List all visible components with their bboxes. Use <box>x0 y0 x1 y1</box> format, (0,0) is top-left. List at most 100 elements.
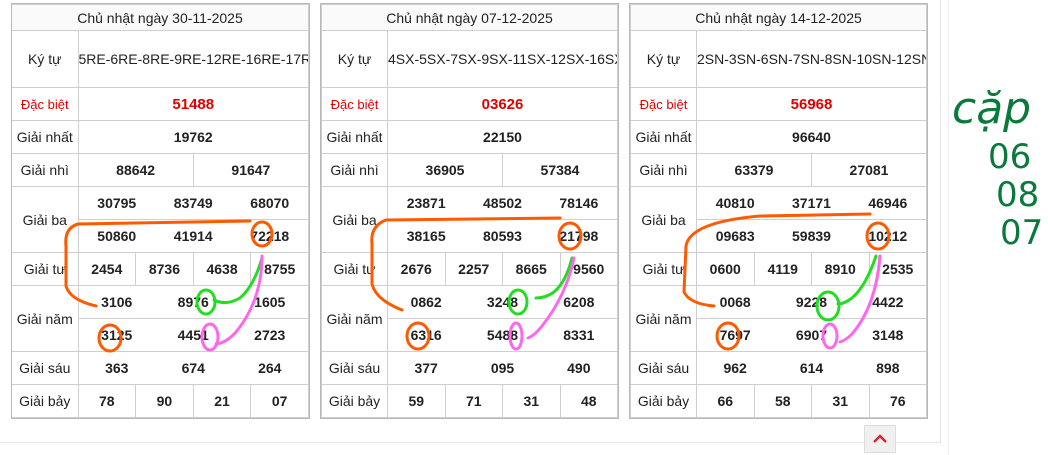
fifth-prize-value: 3106 <box>101 294 133 310</box>
third-prize-value: 30795 <box>97 195 137 211</box>
fifth-prize-label: Giải năm <box>630 285 697 352</box>
special-prize-label: Đặc biệt <box>321 87 388 121</box>
fourth-prize-value: 2257 <box>444 252 503 286</box>
seventh-prize-value: 90 <box>135 384 194 418</box>
third-prize-value: 72218 <box>250 228 290 244</box>
lottery-ticket: Chủ nhật ngày 30-11-2025 Ký tự 5RE-6RE-8… <box>11 3 310 419</box>
third-prize-value: 21798 <box>559 228 599 244</box>
fifth-prize-value: 1605 <box>254 294 286 310</box>
sixth-prize-value: 377 <box>414 360 438 376</box>
special-prize-value: 56968 <box>696 87 927 121</box>
fifth-prize-value: 3148 <box>872 327 904 343</box>
fourth-prize-value: 8755 <box>250 252 309 286</box>
draw-date: Chủ nhật ngày 07-12-2025 <box>321 4 618 31</box>
seventh-prize-value: 31 <box>811 384 870 418</box>
third-prize-value: 23871 <box>406 195 446 211</box>
sixth-prize-value: 095 <box>490 360 515 376</box>
fourth-prize-value: 0600 <box>696 252 755 286</box>
seventh-prize-value: 21 <box>192 384 252 418</box>
fourth-prize-label: Giải tư <box>630 252 697 286</box>
first-prize-value: 22150 <box>387 120 618 154</box>
first-prize-value: 19762 <box>77 120 309 154</box>
special-prize-value: 51488 <box>77 87 309 121</box>
third-prize-value: 38165 <box>406 228 446 244</box>
fourth-prize-value: 2535 <box>868 252 927 286</box>
sixth-prize-value: 898 <box>876 360 900 376</box>
third-prize-value: 40810 <box>715 195 755 211</box>
sixth-prize-label: Giải sáu <box>321 351 388 385</box>
draw-date: Chủ nhật ngày 14-12-2025 <box>630 4 927 31</box>
kytu-codes: 4SX-5SX-7SX-9SX-11SX-12SX-16SX-19SX <box>387 30 618 88</box>
special-prize-label: Đặc biệt <box>630 87 697 121</box>
note-line: cặp <box>952 83 1032 134</box>
scroll-top-button[interactable] <box>864 425 896 453</box>
special-prize-label: Đặc biệt <box>12 87 79 121</box>
seventh-prize-value: 71 <box>444 384 503 418</box>
handwritten-note: cặp 06 08 07 <box>952 83 1044 253</box>
kytu-label: Ký tự <box>630 30 697 88</box>
fifth-prize-value: 4422 <box>872 294 904 310</box>
fourth-prize-value: 8736 <box>135 252 194 286</box>
third-prize-value: 80593 <box>483 228 522 244</box>
fifth-prize-value: 6316 <box>410 327 442 343</box>
fifth-prize-label: Giải năm <box>12 285 79 352</box>
draw-date: Chủ nhật ngày 30-11-2025 <box>12 4 309 31</box>
special-prize-value: 03626 <box>387 87 618 121</box>
seventh-prize-value: 59 <box>387 384 446 418</box>
first-prize-label: Giải nhất <box>630 120 697 154</box>
seventh-prize-value: 76 <box>868 384 927 418</box>
seventh-prize-value: 48 <box>559 384 618 418</box>
kytu-codes: 5RE-6RE-8RE-9RE-12RE-16RE-17RE-18RE <box>77 30 309 88</box>
third-prize-value: 48502 <box>483 195 522 211</box>
fifth-prize-value: 6208 <box>563 294 595 310</box>
fifth-prize-value: 0068 <box>719 294 751 310</box>
seventh-prize-value: 78 <box>77 384 137 418</box>
third-prize-value: 78146 <box>559 195 599 211</box>
third-prize-label: Giải ba <box>321 186 388 253</box>
sixth-prize-value: 490 <box>567 360 591 376</box>
kytu-label: Ký tự <box>12 30 79 88</box>
third-prize-value: 68070 <box>250 195 290 211</box>
fourth-prize-value: 2676 <box>387 252 446 286</box>
fifth-prize-value: 3125 <box>101 327 133 343</box>
third-prize-value: 83749 <box>173 195 213 211</box>
second-prize-label: Giải nhì <box>12 153 79 187</box>
fifth-prize-value: 4451 <box>177 327 209 343</box>
fifth-prize-value: 5488 <box>486 327 519 343</box>
seventh-prize-value: 07 <box>250 384 309 418</box>
seventh-prize-value: 66 <box>696 384 755 418</box>
kytu-label: Ký tự <box>321 30 388 88</box>
fourth-prize-label: Giải tư <box>12 252 79 286</box>
lottery-ticket: Chủ nhật ngày 07-12-2025 Ký tự 4SX-5SX-7… <box>320 3 619 419</box>
seventh-prize-label: Giải bảy <box>12 384 79 418</box>
seventh-prize-label: Giải bảy <box>321 384 388 418</box>
second-prize-value: 91647 <box>192 153 310 187</box>
second-prize-value: 57384 <box>502 153 618 187</box>
note-line: 07 <box>1000 213 1044 253</box>
second-prize-label: Giải nhì <box>321 153 388 187</box>
third-prize-value: 10212 <box>868 228 908 244</box>
third-prize-value: 46946 <box>868 195 908 211</box>
third-prize-label: Giải ba <box>630 186 697 253</box>
fourth-prize-label: Giải tư <box>321 252 388 286</box>
third-prize-value: 50860 <box>97 228 137 244</box>
third-prize-value: 41914 <box>173 228 213 244</box>
second-prize-value: 27081 <box>811 153 927 187</box>
sixth-prize-label: Giải sáu <box>630 351 697 385</box>
first-prize-value: 96640 <box>696 120 927 154</box>
sixth-prize-value: 674 <box>181 360 205 376</box>
sixth-prize-value: 363 <box>105 360 129 376</box>
fourth-prize-value: 4638 <box>192 252 252 286</box>
sixth-prize-value: 962 <box>723 360 747 376</box>
note-line: 08 <box>996 175 1040 215</box>
fifth-prize-label: Giải năm <box>321 285 388 352</box>
third-prize-label: Giải ba <box>12 186 79 253</box>
second-prize-value: 88642 <box>77 153 194 187</box>
fifth-prize-value: 3248 <box>486 294 519 310</box>
fifth-prize-value: 2723 <box>254 327 286 343</box>
lottery-ticket: Chủ nhật ngày 14-12-2025 Ký tự 2SN-3SN-6… <box>629 3 928 419</box>
second-prize-label: Giải nhì <box>630 153 697 187</box>
third-prize-value: 09683 <box>715 228 755 244</box>
note-line: 06 <box>988 137 1032 177</box>
fourth-prize-value: 9560 <box>559 252 618 286</box>
